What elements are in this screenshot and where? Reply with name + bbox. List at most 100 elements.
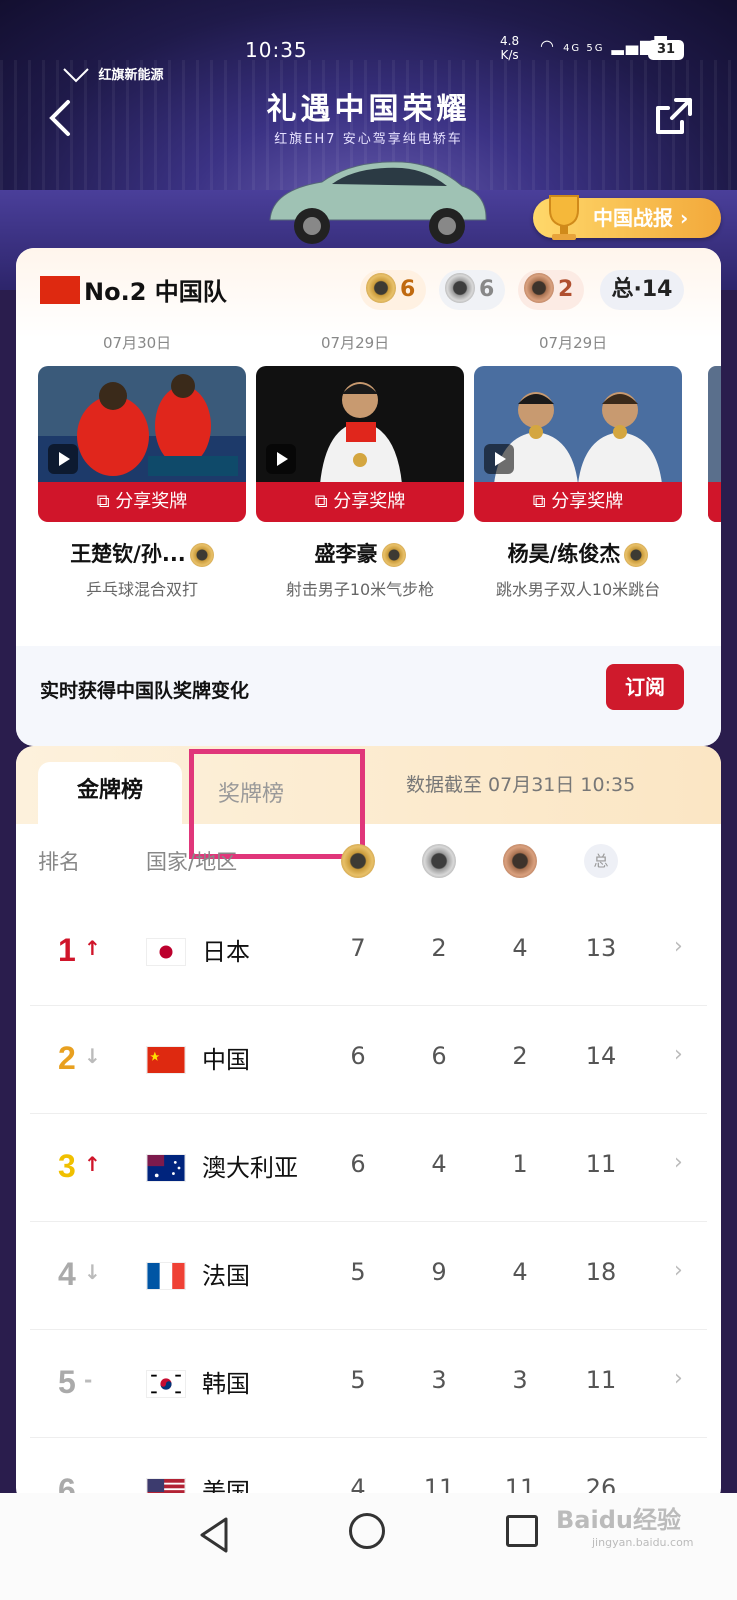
net-speed-value: 4.8 [500, 34, 520, 48]
gold-value: 7 [350, 934, 366, 962]
bronze-value: 4 [512, 1258, 528, 1286]
total-value: 13 [585, 934, 617, 962]
total-value: 11 [585, 1366, 617, 1394]
status-bar: 10:35 4.8 K/s ◠ 4G 5G ▂▄▆█ 31 [0, 34, 737, 66]
play-icon[interactable] [266, 444, 296, 474]
australia-flag-icon [146, 1154, 186, 1182]
battery-icon: 31 [648, 40, 684, 60]
total-value: 11 [585, 1150, 617, 1178]
bronze-value: 4 [512, 934, 528, 962]
country-name: 澳大利亚 [202, 1154, 298, 1182]
trend-down-icon: ↓ [84, 1044, 101, 1068]
china-flag-icon [146, 1046, 186, 1074]
share-medal-label: 分享奖牌 [333, 491, 406, 512]
car-image [269, 161, 487, 244]
table-row[interactable]: 5 - 韩国 5 3 3 11 › [30, 1330, 707, 1438]
baidu-watermark-url: jingyan.baidu.com [592, 1536, 694, 1549]
rank-number: 4 [58, 1256, 76, 1292]
total-value: 14 [585, 1042, 617, 1070]
silver-value: 2 [431, 934, 447, 962]
chevron-right-icon: › [674, 1150, 683, 1175]
silver-value: 9 [431, 1258, 447, 1286]
country-name: 日本 [202, 938, 250, 966]
rank-number: 1 [58, 932, 76, 968]
country-name: 中国 [202, 1046, 250, 1074]
share-medal-button[interactable]: ⧉ 分享奖牌 [38, 482, 246, 522]
chevron-right-icon: › [674, 934, 683, 959]
gold-medal-icon [366, 273, 396, 303]
play-icon[interactable] [484, 444, 514, 474]
share-medal-button[interactable]: ⧉ 分享奖牌 [256, 482, 464, 522]
bronze-count-badge: 2 [518, 270, 584, 310]
col-country: 国家/地区 [146, 850, 238, 874]
net-speed-unit: K/s [500, 48, 519, 62]
bronze-medal-icon [503, 844, 537, 878]
subscribe-button[interactable]: 订阅 [606, 664, 684, 710]
highlight-card-partial[interactable] [708, 366, 721, 522]
status-time: 10:35 [245, 38, 308, 62]
share-icon[interactable] [652, 94, 696, 138]
silver-value: 3 [431, 1366, 447, 1394]
event-name: 射击男子10米气步枪 [285, 580, 435, 599]
event-name: 乒乓球混合双打 [85, 580, 198, 599]
trend-flat-icon: - [84, 1368, 93, 1392]
gold-value: 6 [350, 1150, 366, 1178]
rank-number: 2 [58, 1040, 76, 1076]
athlete-name-text: 盛李豪 [314, 542, 378, 566]
highlight-card[interactable]: ⧉ 分享奖牌 [38, 366, 246, 522]
athlete-name-text: 王楚钦/孙... [70, 542, 186, 566]
japan-flag-icon [146, 938, 186, 966]
event-name: 跳水男子双人10米跳台 [495, 580, 661, 599]
play-icon[interactable] [48, 444, 78, 474]
france-flag-icon [146, 1262, 186, 1290]
bronze-count: 2 [558, 277, 574, 302]
nav-recent-icon[interactable] [506, 1515, 538, 1547]
highlight-date: 07月29日 [539, 334, 608, 352]
highlight-date: 07月29日 [321, 334, 390, 352]
rank-number: 5 [58, 1364, 76, 1400]
silver-medal-icon [422, 844, 456, 878]
signal-label: 4G 5G [563, 43, 605, 54]
page-title: 礼遇中国荣耀 [266, 92, 471, 127]
gold-count: 6 [400, 277, 416, 302]
gold-value: 5 [350, 1258, 366, 1286]
page-subtitle: 红旗EH7 安心驾享纯电轿车 [274, 132, 463, 147]
table-row[interactable]: 4 ↓ 法国 5 9 4 18 › [30, 1222, 707, 1330]
table-row[interactable]: 2 ↓ 中国 6 6 2 14 › [30, 1006, 707, 1114]
china-report-label: 中国战报 [593, 206, 673, 230]
net-speed: 4.8 K/s [500, 34, 519, 62]
table-row[interactable]: 1 ↑ 日本 7 2 4 13 › [30, 898, 707, 1006]
tab-gold-ranking[interactable]: 金牌榜 [38, 762, 182, 828]
highlight-dates: 07月30日 07月29日 07月29日 [16, 332, 721, 352]
highlight-card[interactable]: ⧉ 分享奖牌 [474, 366, 682, 522]
silver-value: 4 [431, 1150, 447, 1178]
brand-name: 红旗新能源 [98, 68, 164, 83]
athlete-name: 王楚钦/孙... [38, 538, 246, 568]
col-rank: 排名 [38, 850, 80, 874]
country-name: 韩国 [202, 1370, 250, 1398]
gold-medal-icon [341, 844, 375, 878]
nav-back-icon[interactable] [196, 1515, 232, 1555]
highlight-date: 07月30日 [103, 334, 172, 352]
team-card: No.2 中国队 6 6 2 总·14 07月30日 07月29日 07月29日… [16, 248, 721, 746]
china-flag-icon [40, 276, 80, 304]
chevron-right-icon: › [674, 1042, 683, 1067]
trophy-icon [549, 195, 579, 240]
data-as-of: 数据截至 07月31日 10:35 [406, 774, 636, 796]
trend-up-icon: ↑ [84, 936, 101, 960]
highlight-card[interactable]: ⧉ 分享奖牌 [256, 366, 464, 522]
gold-value: 6 [350, 1042, 366, 1070]
korea-flag-icon [146, 1370, 186, 1398]
share-medal-label: 分享奖牌 [551, 491, 624, 512]
brand-logo: 红旗新能源 [62, 64, 164, 85]
silver-medal-icon [445, 273, 475, 303]
subscribe-text: 实时获得中国队奖牌变化 [40, 680, 250, 702]
bronze-value: 3 [512, 1366, 528, 1394]
share-medal-button[interactable]: ⧉ 分享奖牌 [474, 482, 682, 522]
silver-value: 6 [431, 1042, 447, 1070]
trend-up-icon: ↑ [84, 1152, 101, 1176]
nav-home-icon[interactable] [349, 1513, 385, 1549]
chevron-right-icon: › [674, 1366, 683, 1391]
bronze-medal-icon [524, 273, 554, 303]
table-row[interactable]: 3 ↑ 澳大利亚 6 4 1 11 › [30, 1114, 707, 1222]
